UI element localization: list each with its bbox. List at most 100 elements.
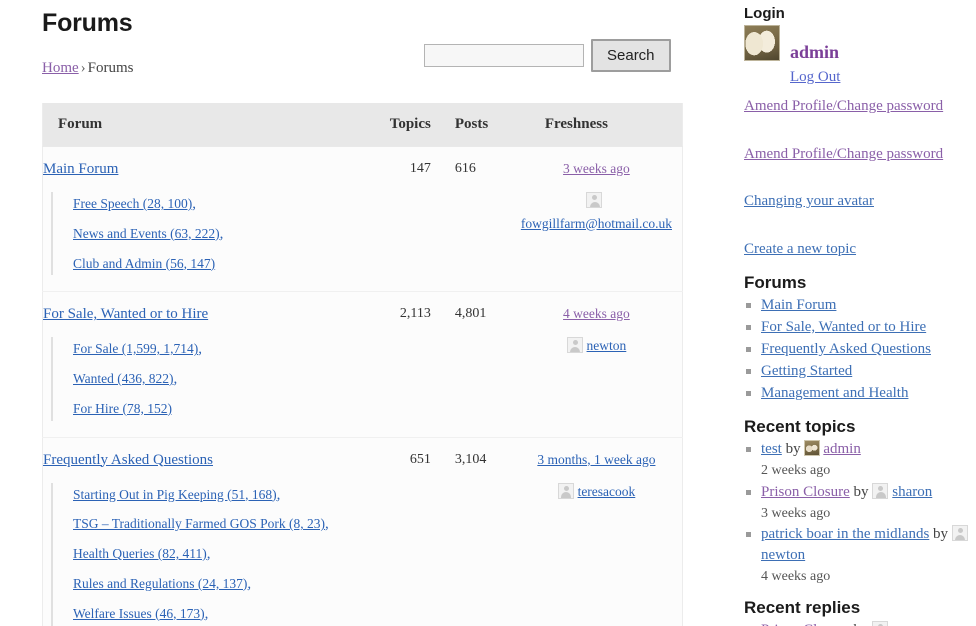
posts-count: 4,801	[441, 292, 503, 437]
sidebar-forum-list: Main Forum For Sale, Wanted or to Hire Fre…	[744, 295, 976, 404]
list-item: Health Queries (82, 411),	[67, 542, 377, 572]
sidebar-forums-section: Forums Main Forum For Sale, Wanted or to …	[744, 273, 976, 404]
amend-profile-link-top[interactable]: Amend Profile/Change password	[744, 98, 943, 114]
create-a-new-topic-link[interactable]: Create a new topic	[744, 241, 856, 257]
list-item: Rules and Regulations (24, 137),	[67, 572, 377, 602]
changing-your-avatar-link[interactable]: Changing your avatar	[744, 193, 874, 209]
subforum-link[interactable]: Club and Admin (56, 147)	[73, 256, 215, 271]
feed-item-title-link[interactable]: patrick boar in the midlands	[761, 526, 929, 542]
sidebar-item-label[interactable]: Getting Started	[761, 363, 852, 379]
feed-item-title-link[interactable]: Prison Closure	[761, 622, 850, 626]
user-avatar-icon	[804, 440, 820, 456]
sidebar-spacer-3	[744, 213, 976, 229]
subforum-link[interactable]: TSG – Traditionally Farmed GOS Pork (8, …	[73, 516, 325, 531]
feed-item-by-label: by	[929, 526, 952, 542]
subforum-link[interactable]: For Hire (78, 152)	[73, 401, 172, 416]
forum-cell: Main ForumFree Speech (28, 100),News and…	[43, 147, 377, 292]
subforum-link[interactable]: Free Speech (28, 100)	[73, 196, 192, 211]
sidebar-item-label[interactable]: Management and Health	[761, 385, 908, 401]
forum-table: Forum Topics Posts Freshness Main Forum F…	[42, 103, 683, 626]
sidebar-spacer-2	[744, 165, 976, 181]
column-header-topics: Topics	[377, 103, 441, 147]
breadcrumb-home-link[interactable]: Home	[42, 60, 79, 76]
subforum-link[interactable]: Starting Out in Pig Keeping (51, 168)	[73, 487, 277, 502]
subforum-separator: ,	[207, 546, 211, 562]
subforum-link[interactable]: Health Queries (82, 411)	[73, 546, 207, 561]
feed-item-author-link[interactable]: sharon	[892, 484, 932, 500]
main-content: Forums Home›Forums Search Forum Topics P…	[0, 0, 716, 626]
sidebar-item-main-forum[interactable]: Main Forum	[744, 295, 976, 316]
freshness-time-link[interactable]: 3 weeks ago	[563, 161, 630, 176]
list-item: Wanted (436, 822),	[67, 367, 377, 397]
feed-item-timestamp: 3 weeks ago	[761, 503, 976, 524]
user-avatar-icon	[872, 621, 888, 626]
logout-link[interactable]: Log Out	[790, 69, 840, 85]
column-header-forum: Forum	[43, 103, 377, 147]
subforum-list: Free Speech (28, 100),News and Events (6…	[51, 192, 377, 275]
list-item: Club and Admin (56, 147)	[67, 252, 377, 276]
subforum-link[interactable]: For Sale (1,599, 1,714)	[73, 341, 198, 356]
subforum-link[interactable]: News and Events (63, 222)	[73, 226, 220, 241]
list-item: patrick boar in the midlands by newton 4 …	[744, 524, 976, 587]
forum-table-header: Forum Topics Posts Freshness	[43, 103, 683, 147]
search-button[interactable]: Search	[591, 39, 671, 72]
feed-item-author-link[interactable]: admin	[823, 441, 861, 457]
posts-count: 616	[441, 147, 503, 292]
subforum-separator: ,	[174, 371, 178, 387]
posts-count: 3,104	[441, 437, 503, 626]
subforum-link[interactable]: Wanted (436, 822)	[73, 371, 174, 386]
breadcrumb-separator: ›	[79, 60, 88, 76]
freshness-author-link[interactable]: newton	[587, 338, 627, 353]
feed-item-timestamp: 4 weeks ago	[761, 566, 976, 587]
list-item: Welfare Issues (46, 173),	[67, 602, 377, 626]
list-item: TSG – Traditionally Farmed GOS Pork (8, …	[67, 512, 377, 542]
freshness-cell: 3 weeks ago fowgillfarm@hotmail.co.uk	[503, 147, 683, 292]
breadcrumb-current: Forums	[88, 60, 134, 76]
freshness-time-link[interactable]: 4 weeks ago	[563, 306, 630, 321]
sidebar-item-getting-started[interactable]: Getting Started	[744, 361, 976, 382]
sidebar: Login admin Log Out Amend Profile/Change…	[744, 0, 976, 626]
sidebar-item-for-sale-wanted-or-to-hire[interactable]: For Sale, Wanted or to Hire	[744, 317, 976, 338]
feed-item-by-label: by	[782, 441, 805, 457]
sidebar-item-label[interactable]: For Sale, Wanted or to Hire	[761, 319, 926, 335]
subforum-link[interactable]: Welfare Issues (46, 173)	[73, 606, 205, 621]
list-item: Starting Out in Pig Keeping (51, 168),	[67, 483, 377, 513]
sidebar-recent-replies-heading: Recent replies	[744, 598, 976, 618]
user-avatar-icon	[952, 525, 968, 541]
subforum-link[interactable]: Rules and Regulations (24, 137)	[73, 576, 247, 591]
subforum-list: Starting Out in Pig Keeping (51, 168), TS…	[51, 483, 377, 626]
logout-row: Log Out	[790, 63, 976, 86]
recent-replies-list: Prison Closure by fowgillfarm@hotmail.co…	[744, 620, 976, 626]
sidebar-item-label[interactable]: Frequently Asked Questions	[761, 341, 931, 357]
forum-link[interactable]: Main Forum	[43, 161, 118, 177]
forum-cell: Frequently Asked Questions Starting Out i…	[43, 437, 377, 626]
feed-item-title-link[interactable]: Prison Closure	[761, 484, 850, 500]
table-row: Frequently Asked Questions Starting Out i…	[43, 437, 683, 626]
amend-profile-row-top: Amend Profile/Change password	[744, 95, 976, 118]
freshness-time-link[interactable]: 3 months, 1 week ago	[537, 452, 655, 467]
freshness-cell: 3 months, 1 week ago teresacook	[503, 437, 683, 626]
amend-profile-link[interactable]: Amend Profile/Change password	[744, 146, 943, 162]
sidebar-item-management-and-health[interactable]: Management and Health	[744, 383, 976, 404]
freshness-author-link[interactable]: teresacook	[578, 484, 636, 499]
feed-item-title-link[interactable]: test	[761, 441, 782, 457]
freshness-author-link[interactable]: fowgillfarm@hotmail.co.uk	[521, 216, 672, 231]
table-row: For Sale, Wanted or to Hire For Sale (1,5…	[43, 292, 683, 437]
list-item: Prison Closure by fowgillfarm@hotmail.co…	[744, 620, 976, 626]
list-item: Free Speech (28, 100),	[67, 192, 377, 222]
sidebar-recent-topics-section: Recent topics test by admin2 weeks agoPr…	[744, 417, 976, 587]
sidebar-item-label[interactable]: Main Forum	[761, 297, 836, 313]
subforum-separator: ,	[205, 606, 209, 622]
list-item: News and Events (63, 222),	[67, 222, 377, 252]
forum-link[interactable]: For Sale, Wanted or to Hire	[43, 306, 208, 322]
feed-item-timestamp: 2 weeks ago	[761, 460, 976, 481]
login-widget: Login admin Log Out	[744, 5, 976, 86]
forum-link[interactable]: Frequently Asked Questions	[43, 452, 213, 468]
topics-count: 651	[377, 437, 441, 626]
sidebar-item-frequently-asked-questions[interactable]: Frequently Asked Questions	[744, 339, 976, 360]
freshness-author: newton	[521, 335, 672, 358]
sidebar-forums-heading: Forums	[744, 273, 976, 293]
search-input[interactable]	[424, 44, 584, 67]
sidebar-recent-replies-section: Recent replies Prison Closure by fowgill…	[744, 598, 976, 626]
feed-item-author-link[interactable]: newton	[761, 547, 805, 563]
